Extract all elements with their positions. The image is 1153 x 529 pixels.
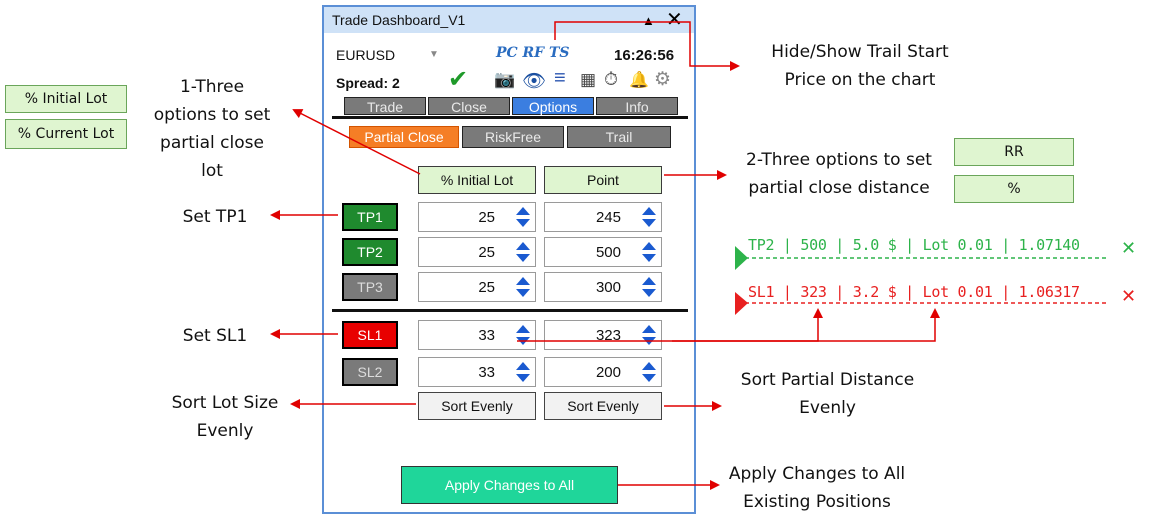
arrow-partial-lot xyxy=(292,109,421,175)
arrow-sl1-dist xyxy=(672,308,940,342)
arrow-sl1-lot xyxy=(517,308,823,342)
annotation-arrows-svg xyxy=(270,21,940,490)
arrow-trail-start xyxy=(554,21,740,71)
